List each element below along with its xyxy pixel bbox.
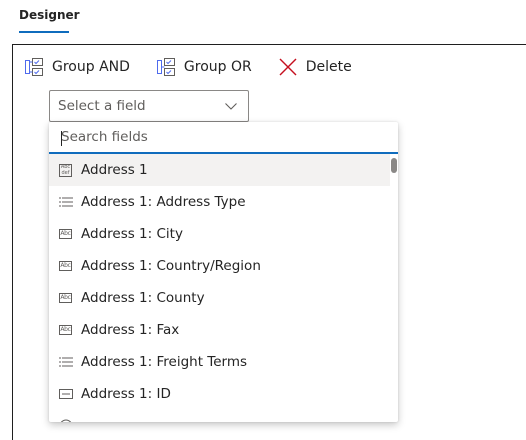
text-icon: Abc — [59, 293, 72, 303]
list-item[interactable]: Address 1: ID — [49, 378, 390, 410]
list-item[interactable]: Address 1: Address Type — [49, 186, 390, 218]
text-cursor — [61, 131, 62, 146]
text-icon: Abc — [59, 261, 72, 271]
option-set-icon — [58, 355, 73, 370]
delete-label: Delete — [305, 59, 352, 75]
group-or-label: Group OR — [183, 59, 252, 75]
group-or-button[interactable]: Group OR — [156, 54, 252, 80]
list-item-label: Address 1 — [81, 162, 148, 178]
scrollbar-thumb[interactable] — [391, 158, 397, 173]
list-item[interactable]: Abc Address 1: City — [49, 218, 390, 250]
active-tab-indicator — [19, 31, 69, 33]
field-select-dropdown[interactable]: Select a field — [49, 90, 249, 122]
list-item[interactable]: Abc Address 1: County — [49, 282, 390, 314]
close-icon — [278, 57, 298, 77]
text-icon: Abc — [59, 229, 72, 239]
chevron-down-icon — [224, 99, 238, 113]
circle-icon — [58, 419, 73, 422]
group-and-label: Group AND — [52, 59, 130, 75]
field-select-placeholder: Select a field — [58, 98, 146, 114]
id-card-icon — [58, 387, 73, 402]
tab-designer[interactable]: Designer — [19, 8, 80, 30]
designer-toolbar: Group AND Group OR Delete — [24, 54, 378, 80]
list-item-partial — [49, 410, 390, 422]
list-item-label: Address 1: Freight Terms — [81, 354, 248, 370]
group-or-icon — [156, 57, 176, 77]
field-list: Abc def Address 1 Address 1: Address Type — [49, 154, 390, 422]
search-fields-input[interactable] — [49, 122, 398, 154]
list-item-label: Address 1: Country/Region — [81, 258, 261, 274]
group-and-button[interactable]: Group AND — [24, 54, 130, 80]
dropdown-scrollbar[interactable] — [390, 156, 398, 422]
list-item-label: Address 1: County — [81, 290, 205, 306]
list-item[interactable]: Abc def Address 1 — [49, 154, 390, 186]
list-item-label: Address 1: Fax — [81, 322, 180, 338]
list-item[interactable]: Address 1: Freight Terms — [49, 346, 390, 378]
delete-button[interactable]: Delete — [278, 54, 352, 80]
list-item[interactable]: Abc Address 1: Fax — [49, 314, 390, 346]
list-item[interactable]: Abc Address 1: Country/Region — [49, 250, 390, 282]
list-item-label: Address 1: Address Type — [81, 194, 246, 210]
condition-designer-window: Designer Group AND Group OR Delete Selec… — [0, 0, 526, 440]
field-dropdown-menu: Abcdef Address 1 Address 1: Address Type — [49, 122, 398, 422]
text-icon: Abc — [59, 325, 72, 335]
multiline-text-icon: Abc def — [59, 163, 72, 177]
group-and-icon — [24, 57, 44, 77]
list-item-label: Address 1: City — [81, 226, 183, 242]
tab-bar: Designer — [0, 0, 526, 44]
list-item-label: Address 1: ID — [81, 386, 171, 402]
option-set-icon — [58, 195, 73, 210]
